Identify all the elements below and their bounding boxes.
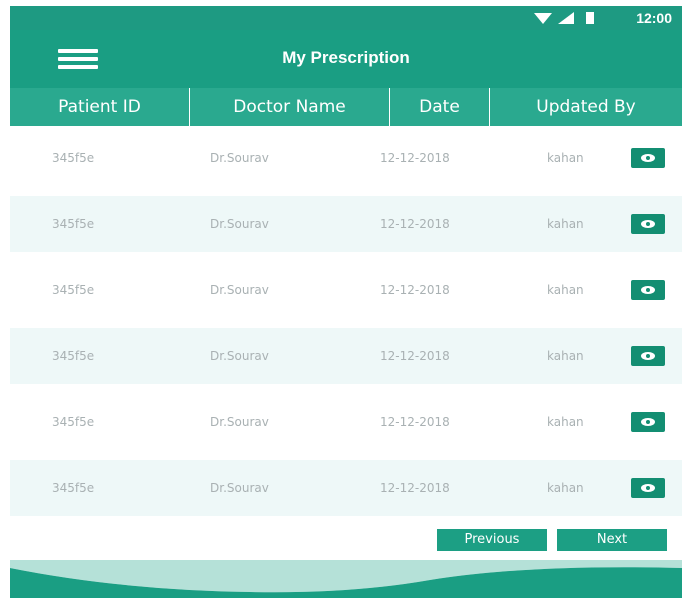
table-row: 345f5e Dr.Sourav 12-12-2018 kahan <box>10 460 682 516</box>
eye-icon <box>641 154 655 162</box>
table-row: 345f5e Dr.Sourav 12-12-2018 kahan <box>10 328 682 384</box>
pagination: Previous Next <box>10 529 682 553</box>
eye-icon <box>641 286 655 294</box>
cell-doctor-name: Dr.Sourav <box>210 349 269 363</box>
cell-patient-id: 345f5e <box>52 415 95 429</box>
column-header-updated-by: Updated By <box>536 97 636 117</box>
column-header-doctor-name: Doctor Name <box>190 88 390 126</box>
view-button[interactable] <box>631 214 665 234</box>
status-bar: 12:00 <box>10 6 682 30</box>
cell-updated-by: kahan <box>547 283 584 297</box>
cell-updated-by: kahan <box>547 217 584 231</box>
status-time: 12:00 <box>636 10 672 26</box>
cell-updated-by: kahan <box>547 349 584 363</box>
cell-updated-by: kahan <box>547 415 584 429</box>
view-button[interactable] <box>631 148 665 168</box>
eye-icon <box>641 352 655 360</box>
next-button[interactable]: Next <box>557 529 667 551</box>
view-button[interactable] <box>631 280 665 300</box>
cell-date: 12-12-2018 <box>380 217 450 231</box>
eye-icon <box>641 484 655 492</box>
cell-date: 12-12-2018 <box>380 481 450 495</box>
view-button[interactable] <box>631 346 665 366</box>
eye-icon <box>641 418 655 426</box>
table-row: 345f5e Dr.Sourav 12-12-2018 kahan <box>10 262 682 318</box>
cell-patient-id: 345f5e <box>52 481 95 495</box>
cell-date: 12-12-2018 <box>380 415 450 429</box>
eye-icon <box>641 220 655 228</box>
wifi-icon <box>534 13 552 24</box>
cell-doctor-name: Dr.Sourav <box>210 283 269 297</box>
cell-date: 12-12-2018 <box>380 349 450 363</box>
view-button[interactable] <box>631 478 665 498</box>
table-row: 345f5e Dr.Sourav 12-12-2018 kahan <box>10 196 682 252</box>
previous-button[interactable]: Previous <box>437 529 547 551</box>
cell-doctor-name: Dr.Sourav <box>210 217 269 231</box>
table-header: Patient ID Doctor Name Date Updated By <box>10 88 682 126</box>
cell-patient-id: 345f5e <box>52 151 95 165</box>
phone-screen: 12:00 My Prescription Patient ID Doctor … <box>10 6 682 598</box>
app-bar: My Prescription <box>10 30 682 88</box>
table-row: 345f5e Dr.Sourav 12-12-2018 kahan <box>10 394 682 450</box>
cell-doctor-name: Dr.Sourav <box>210 481 269 495</box>
cell-updated-by: kahan <box>547 481 584 495</box>
footer-wave <box>10 560 682 598</box>
prescription-list: 345f5e Dr.Sourav 12-12-2018 kahan 345f5e… <box>10 130 682 526</box>
view-button[interactable] <box>631 412 665 432</box>
battery-icon <box>586 12 594 24</box>
signal-icon <box>558 12 574 24</box>
table-row: 345f5e Dr.Sourav 12-12-2018 kahan <box>10 130 682 186</box>
column-header-date: Date <box>390 88 490 126</box>
cell-updated-by: kahan <box>547 151 584 165</box>
cell-doctor-name: Dr.Sourav <box>210 415 269 429</box>
status-icons <box>534 12 594 24</box>
cell-patient-id: 345f5e <box>52 217 95 231</box>
cell-patient-id: 345f5e <box>52 283 95 297</box>
cell-date: 12-12-2018 <box>380 151 450 165</box>
cell-patient-id: 345f5e <box>52 349 95 363</box>
cell-doctor-name: Dr.Sourav <box>210 151 269 165</box>
column-header-patient-id: Patient ID <box>10 88 190 126</box>
cell-date: 12-12-2018 <box>380 283 450 297</box>
page-title: My Prescription <box>282 48 410 67</box>
